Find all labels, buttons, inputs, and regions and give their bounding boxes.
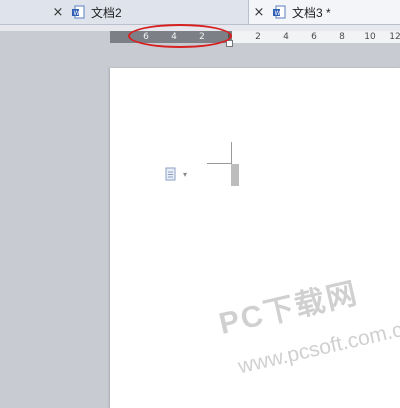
left-indent-marker[interactable] xyxy=(226,40,233,47)
document-icon: W xyxy=(273,5,286,19)
text-cursor xyxy=(231,164,239,186)
ruler-number: 2 xyxy=(255,32,261,42)
tab-label: 文档2 xyxy=(91,5,122,20)
ruler-number: 8 xyxy=(339,32,345,42)
ruler-number: 6 xyxy=(311,32,317,42)
horizontal-ruler[interactable]: 6 4 2 2 4 6 8 10 12 xyxy=(110,31,400,43)
document-tab-bar: × W 文档2 × W 文档3 * xyxy=(0,0,400,25)
first-line-indent-marker[interactable] xyxy=(228,33,231,38)
document-icon: W xyxy=(72,5,85,19)
tab-close-icon[interactable]: × xyxy=(253,5,265,20)
ruler-number: 4 xyxy=(171,32,177,42)
paste-options-dropdown-icon[interactable]: ▾ xyxy=(183,170,187,179)
ruler-number: 2 xyxy=(199,32,205,42)
ruler-left-margin: 6 4 2 xyxy=(110,31,232,43)
margin-corner-mark-vertical xyxy=(231,142,232,164)
paste-options-icon[interactable] xyxy=(164,167,178,181)
tab-document-3[interactable]: × W 文档3 * xyxy=(248,0,400,24)
tab-label: 文档3 * xyxy=(292,5,331,20)
svg-text:W: W xyxy=(74,10,80,17)
ruler-number: 4 xyxy=(283,32,289,42)
ruler-number: 10 xyxy=(364,32,376,42)
tab-document-2[interactable]: × W 文档2 xyxy=(52,0,232,24)
tab-close-icon[interactable]: × xyxy=(52,5,64,20)
svg-text:W: W xyxy=(275,10,281,17)
ruler-number: 6 xyxy=(143,32,149,42)
ruler-number: 12 xyxy=(389,32,400,42)
ruler-text-area: 2 4 6 8 10 12 xyxy=(232,31,400,43)
margin-corner-mark-horizontal xyxy=(207,163,231,164)
